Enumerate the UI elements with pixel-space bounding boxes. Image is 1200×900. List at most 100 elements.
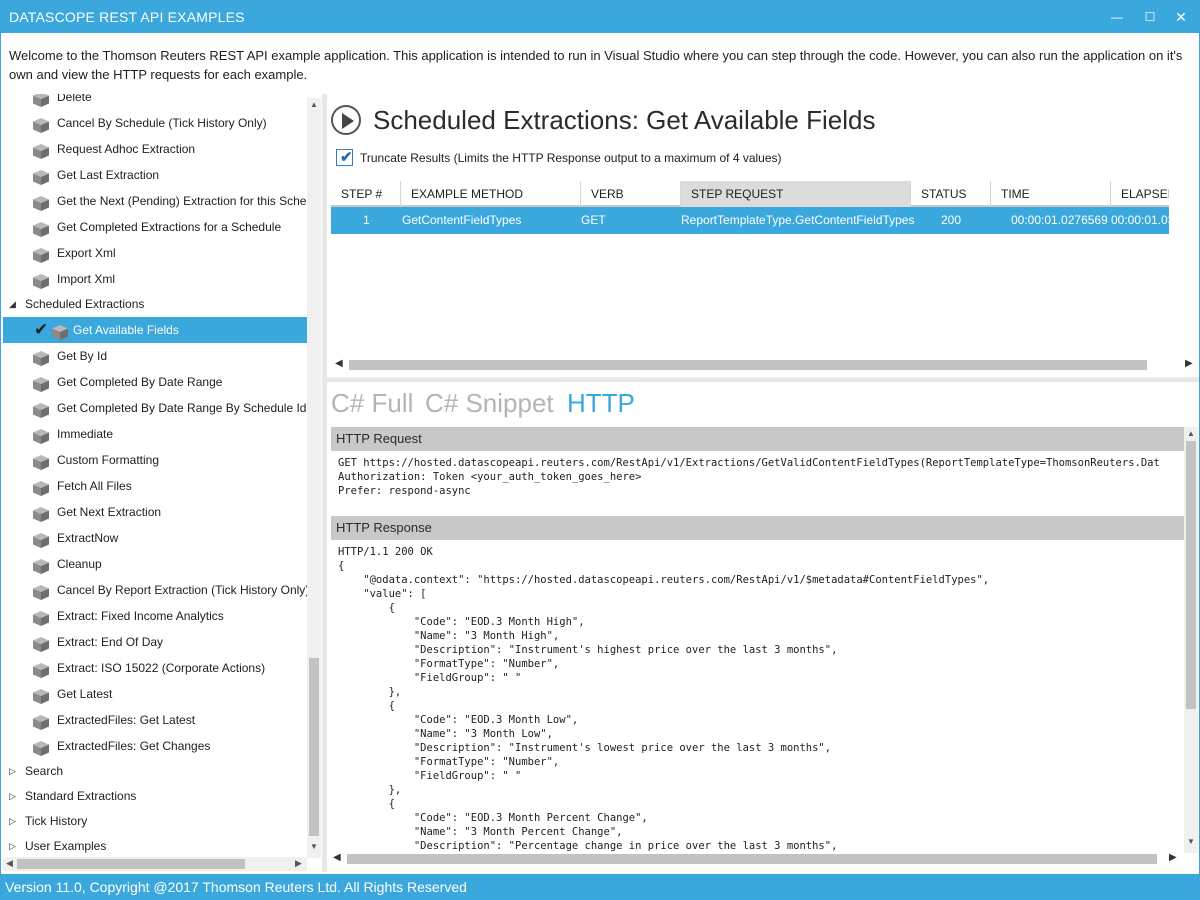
- column-header-request[interactable]: STEP REQUEST: [681, 181, 911, 207]
- column-header-verb[interactable]: VERB: [581, 181, 681, 207]
- tree-item-label: Extract: End Of Day: [57, 635, 164, 649]
- grid-cell-method: GetContentFieldTypes: [402, 213, 522, 227]
- cube-icon: [33, 349, 49, 366]
- status-text: Version 11.0, Copyright @2017 Thomson Re…: [5, 879, 467, 895]
- maximize-button[interactable]: ☐: [1140, 7, 1160, 27]
- tree-item[interactable]: Get Latest: [33, 681, 309, 707]
- tree-item[interactable]: Fetch All Files: [33, 473, 309, 499]
- grid-cell-verb: GET: [581, 213, 606, 227]
- tree-item-label: Cleanup: [57, 557, 102, 571]
- truncate-checkbox[interactable]: ✔: [336, 149, 353, 166]
- tree-item[interactable]: Get Last Extraction: [33, 162, 309, 188]
- scroll-up-icon[interactable]: ▲: [1187, 429, 1195, 438]
- app-window: DATASCOPE REST API EXAMPLES — ☐ ✕ Welcom…: [0, 0, 1200, 900]
- tree-item[interactable]: Extract: Fixed Income Analytics: [33, 603, 309, 629]
- collapsed-arrow-icon[interactable]: ▷: [9, 834, 19, 859]
- expanded-arrow-icon[interactable]: ◢: [9, 292, 19, 317]
- tree-item-label: Custom Formatting: [57, 453, 160, 467]
- column-header-method[interactable]: EXAMPLE METHOD: [401, 181, 581, 207]
- column-header-step[interactable]: STEP #: [331, 181, 401, 207]
- cube-icon: [33, 168, 49, 185]
- scroll-thumb[interactable]: [1186, 441, 1196, 709]
- tab-http[interactable]: HTTP: [567, 388, 635, 419]
- cube-icon: [33, 246, 49, 263]
- tree-item-label: Get By Id: [57, 349, 108, 363]
- tree-item[interactable]: Immediate: [33, 421, 309, 447]
- run-button[interactable]: [331, 105, 361, 135]
- tree-horizontal-scrollbar[interactable]: ◀ ▶: [3, 857, 307, 871]
- tree-category[interactable]: ◢ Scheduled Extractions: [9, 292, 309, 317]
- cube-icon: [33, 713, 49, 730]
- scroll-thumb[interactable]: [349, 360, 1147, 370]
- tree-item[interactable]: Get Completed By Date Range: [33, 369, 309, 395]
- tree-item[interactable]: Cleanup: [33, 551, 309, 577]
- tree-item-selected[interactable]: ✔ Get Available Fields: [3, 317, 307, 343]
- scroll-thumb[interactable]: [309, 658, 319, 836]
- cube-icon: [33, 505, 49, 522]
- cube-icon: [33, 583, 49, 600]
- collapsed-arrow-icon[interactable]: ▷: [9, 759, 19, 784]
- column-header-status[interactable]: STATUS: [911, 181, 991, 207]
- welcome-text: Welcome to the Thomson Reuters REST API …: [9, 48, 1183, 82]
- tree-item[interactable]: ExtractedFiles: Get Changes: [33, 733, 309, 759]
- tree-item[interactable]: Extract: End Of Day: [33, 629, 309, 655]
- tree-item[interactable]: Delete: [33, 94, 309, 110]
- tree-item[interactable]: Get By Id: [33, 343, 309, 369]
- scroll-right-icon[interactable]: ▶: [295, 858, 302, 869]
- tree-category[interactable]: ▷ Standard Extractions: [9, 784, 309, 809]
- scroll-right-icon[interactable]: ▶: [1169, 852, 1177, 863]
- tree-item[interactable]: Extract: ISO 15022 (Corporate Actions): [33, 655, 309, 681]
- tab-csharp-snippet[interactable]: C# Snippet: [425, 388, 554, 419]
- tree-item[interactable]: Get Completed Extractions for a Schedule: [33, 214, 309, 240]
- scroll-down-icon[interactable]: ▼: [310, 842, 318, 851]
- cube-icon: [33, 609, 49, 626]
- tree-item-label: ExtractedFiles: Get Changes: [57, 739, 211, 753]
- tab-csharp-full[interactable]: C# Full: [331, 388, 413, 419]
- horizontal-splitter[interactable]: [327, 377, 1199, 382]
- http-response-header: HTTP Response: [331, 516, 1184, 540]
- tree-item[interactable]: ExtractedFiles: Get Latest: [33, 707, 309, 733]
- scroll-left-icon[interactable]: ◀: [335, 358, 343, 369]
- scroll-up-icon[interactable]: ▲: [310, 100, 318, 109]
- tree-item-label: Cancel By Schedule (Tick History Only): [57, 116, 267, 130]
- tree-item-label: Get Last Extraction: [57, 168, 160, 182]
- collapsed-arrow-icon[interactable]: ▷: [9, 784, 19, 809]
- grid-cell-status: 200: [941, 213, 962, 227]
- vertical-splitter[interactable]: [322, 94, 327, 872]
- scroll-right-icon[interactable]: ▶: [1185, 358, 1193, 369]
- tree-category[interactable]: ▷ Tick History: [9, 809, 309, 834]
- tree-item[interactable]: Export Xml: [33, 240, 309, 266]
- tree-vertical-scrollbar[interactable]: ▲ ▼: [307, 98, 321, 858]
- tree-item[interactable]: Get the Next (Pending) Extraction for th…: [33, 188, 321, 214]
- scroll-left-icon[interactable]: ◀: [333, 852, 341, 863]
- tree-item[interactable]: ExtractNow: [33, 525, 309, 551]
- scroll-thumb[interactable]: [17, 859, 245, 869]
- tree-item[interactable]: Get Next Extraction: [33, 499, 309, 525]
- tree-category[interactable]: ▷ User Examples: [9, 834, 309, 859]
- table-row[interactable]: 1 GetContentFieldTypes GET ReportTemplateTy…: [331, 207, 1169, 234]
- minimize-button[interactable]: —: [1107, 7, 1127, 27]
- scroll-left-icon[interactable]: ◀: [6, 858, 13, 869]
- tree-category[interactable]: ▷ Search: [9, 759, 309, 784]
- code-vertical-scrollbar[interactable]: ▲ ▼: [1184, 427, 1198, 853]
- tree-item[interactable]: Import Xml: [33, 266, 309, 292]
- column-header-elapsed[interactable]: ELAPSED: [1111, 181, 1169, 207]
- tree-item-label: Immediate: [57, 427, 114, 441]
- tree-item[interactable]: Cancel By Schedule (Tick History Only): [33, 110, 309, 136]
- close-button[interactable]: ✕: [1171, 7, 1191, 27]
- tree-item[interactable]: Get Completed By Date Range By Schedule …: [33, 395, 309, 421]
- column-header-time[interactable]: TIME: [991, 181, 1111, 207]
- scroll-thumb[interactable]: [347, 854, 1157, 864]
- collapsed-arrow-icon[interactable]: ▷: [9, 809, 19, 834]
- cube-icon: [33, 194, 49, 211]
- tree-item[interactable]: Custom Formatting: [33, 447, 309, 473]
- scroll-down-icon[interactable]: ▼: [1187, 837, 1195, 846]
- tree-item-label: Get Completed By Date Range: [57, 375, 223, 389]
- code-horizontal-scrollbar[interactable]: ◀ ▶: [331, 851, 1184, 867]
- tree-item[interactable]: Cancel By Report Extraction (Tick Histor…: [33, 577, 309, 603]
- tree-category-label: Tick History: [25, 814, 88, 828]
- truncate-label: Truncate Results (Limits the HTTP Respon…: [360, 151, 782, 165]
- tree-item-label: Get the Next (Pending) Extraction for th…: [57, 194, 321, 208]
- grid-horizontal-scrollbar[interactable]: ◀ ▶: [331, 357, 1199, 373]
- tree-item[interactable]: Request Adhoc Extraction: [33, 136, 309, 162]
